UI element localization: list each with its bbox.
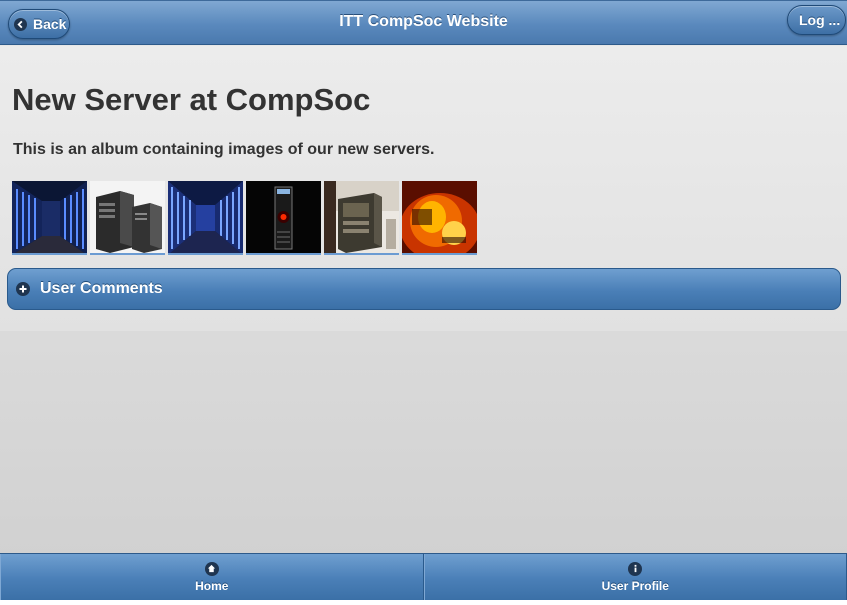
- header-bar: Back ITT CompSoc Website Log ...: [0, 0, 847, 45]
- user-comments-label: User Comments: [40, 280, 163, 297]
- log-button[interactable]: Log ...: [787, 5, 846, 35]
- home-icon: [204, 561, 219, 576]
- tab-user-profile[interactable]: User Profile: [423, 554, 847, 600]
- broken-server-thumbnail[interactable]: [324, 181, 399, 255]
- tower-servers-thumbnail[interactable]: [90, 181, 165, 255]
- album-description: This is an album containing images of ou…: [13, 141, 435, 158]
- tab-home[interactable]: Home: [0, 554, 424, 600]
- footer-navbar: Home User Profile: [0, 553, 847, 600]
- datacenter-aisle-thumbnail[interactable]: [168, 181, 243, 255]
- image-gallery: [12, 181, 477, 255]
- computer-on-fire-thumbnail[interactable]: [402, 181, 477, 255]
- content-area: New Server at CompSoc This is an album c…: [0, 46, 847, 331]
- log-button-label: Log ...: [799, 12, 841, 28]
- info-icon: [628, 561, 643, 576]
- tab-user-profile-label: User Profile: [601, 578, 669, 593]
- bottom-strip: [0, 600, 847, 605]
- plus-icon: [16, 282, 30, 296]
- page-header-title: ITT CompSoc Website: [339, 13, 508, 30]
- page-title: New Server at CompSoc: [12, 82, 371, 117]
- server-racks-blue-thumbnail[interactable]: [12, 181, 87, 255]
- hal9000-panel-thumbnail[interactable]: [246, 181, 321, 255]
- tab-home-label: Home: [195, 578, 229, 593]
- user-comments-toggle[interactable]: User Comments: [7, 268, 841, 310]
